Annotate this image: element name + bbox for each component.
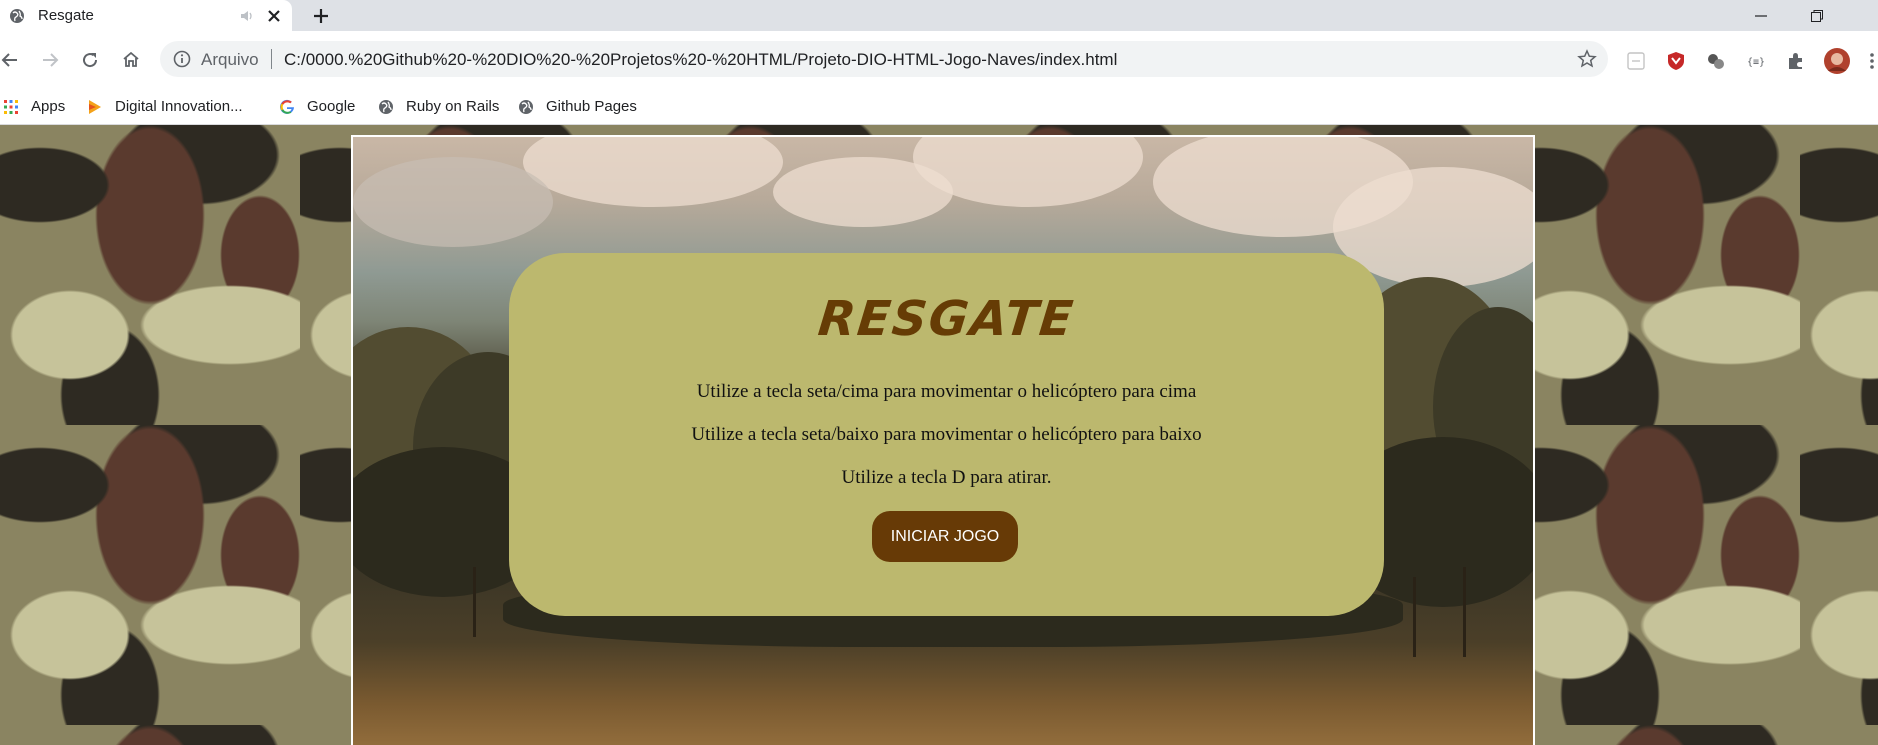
- close-tab-icon[interactable]: [264, 6, 284, 26]
- game-title: RESGATE: [815, 291, 1078, 347]
- restore-icon: [1811, 10, 1823, 22]
- camouflage-background: RESGATE Utilize a tecla seta/cima para m…: [0, 125, 1878, 745]
- reload-icon: [83, 53, 98, 68]
- circles-extension-icon[interactable]: [1705, 50, 1727, 72]
- tab-title: Resgate: [38, 7, 94, 24]
- bookmark-github-pages[interactable]: Github Pages: [518, 89, 637, 124]
- cloud: [353, 157, 553, 247]
- minimize-button[interactable]: [1733, 0, 1789, 31]
- bookmark-digital-innovation[interactable]: Digital Innovation...: [87, 89, 243, 124]
- back-arrow-icon: [1, 53, 17, 67]
- menu-icon[interactable]: [1861, 50, 1878, 72]
- avatar[interactable]: [1824, 48, 1850, 74]
- cloud: [523, 137, 783, 207]
- info-icon[interactable]: [173, 50, 191, 68]
- svg-text:{≡}: {≡}: [1747, 57, 1765, 68]
- instruction-shoot: Utilize a tecla D para atirar.: [841, 467, 1052, 488]
- tree-trunk: [473, 567, 476, 637]
- new-tab-icon[interactable]: [306, 2, 336, 30]
- bookmark-star-icon[interactable]: [1577, 49, 1597, 69]
- minimize-icon: [1755, 15, 1767, 17]
- address-separator: [271, 49, 272, 69]
- home-icon: [123, 51, 139, 67]
- restore-button[interactable]: [1789, 0, 1845, 31]
- address-bar[interactable]: Arquivo C:/0000.%20Github%20-%20DIO%20-%…: [160, 41, 1608, 77]
- dio-icon: [89, 99, 101, 114]
- shield-extension-icon[interactable]: [1665, 50, 1687, 72]
- bookmark-ruby-on-rails[interactable]: Ruby on Rails: [378, 89, 499, 124]
- globe-icon: [379, 99, 393, 114]
- start-game-button[interactable]: INICIAR JOGO: [872, 511, 1018, 562]
- bookmark-label: Google: [307, 98, 356, 115]
- bookmark-label: Apps: [31, 98, 66, 115]
- tree-trunk: [1413, 577, 1416, 657]
- bookmark-google[interactable]: Google: [279, 89, 355, 124]
- apps-grid-icon: [4, 99, 18, 114]
- back-button[interactable]: [0, 45, 25, 75]
- instruction-down: Utilize a tecla seta/baixo para moviment…: [691, 424, 1202, 445]
- extension-box-icon[interactable]: [1625, 50, 1647, 72]
- tree-trunk: [1463, 567, 1466, 657]
- bookmark-apps[interactable]: Apps: [3, 89, 65, 124]
- bookmark-label: Github Pages: [546, 98, 637, 115]
- globe-icon: [10, 9, 24, 23]
- start-panel: RESGATE Utilize a tecla seta/cima para m…: [509, 253, 1384, 616]
- browser-toolbar: Arquivo C:/0000.%20Github%20-%20DIO%20-%…: [0, 31, 1878, 89]
- globe-icon: [519, 99, 533, 114]
- tab-strip: Resgate: [0, 0, 1878, 31]
- speaker-icon[interactable]: [239, 8, 255, 24]
- json-extension-icon[interactable]: {≡}: [1745, 50, 1767, 72]
- forward-button[interactable]: [35, 45, 65, 75]
- scheme-label: Arquivo: [201, 50, 259, 69]
- reload-button[interactable]: [75, 45, 105, 75]
- puzzle-extensions-icon[interactable]: [1785, 50, 1807, 72]
- browser-tab[interactable]: Resgate: [0, 0, 292, 31]
- bookmark-label: Ruby on Rails: [406, 98, 500, 115]
- forward-arrow-icon: [43, 53, 59, 67]
- instruction-up: Utilize a tecla seta/cima para movimenta…: [696, 381, 1197, 402]
- url-text[interactable]: C:/0000.%20Github%20-%20DIO%20-%20Projet…: [284, 50, 1117, 70]
- bookmark-label: Digital Innovation...: [115, 98, 243, 115]
- bookmarks-bar: Apps Digital Innovation... Google Ruby o…: [0, 89, 1878, 125]
- home-button[interactable]: [116, 45, 146, 75]
- google-icon: [280, 99, 294, 114]
- game-area: RESGATE Utilize a tecla seta/cima para m…: [351, 135, 1535, 745]
